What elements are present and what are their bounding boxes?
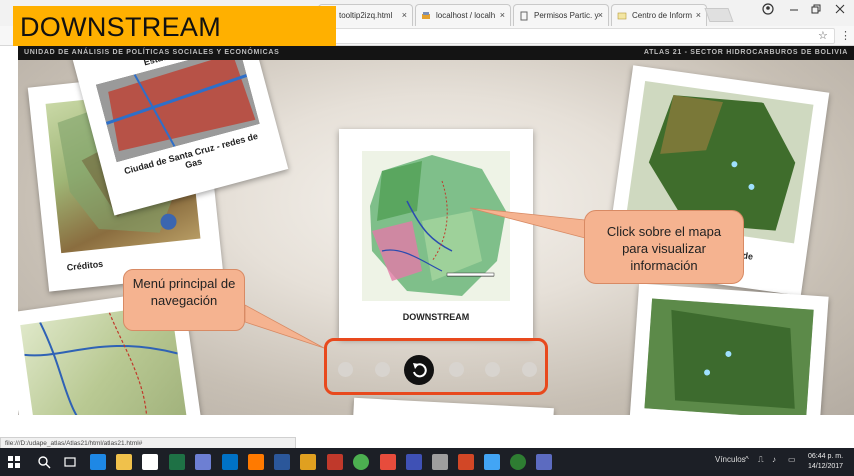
page-icon — [617, 12, 627, 20]
store-icon[interactable] — [142, 454, 158, 470]
tray-links[interactable]: Vínculos — [715, 455, 746, 464]
tab-localhost[interactable]: localhost / localh × — [415, 4, 511, 26]
task-view-icon[interactable] — [62, 454, 78, 470]
callout-map-info: Click sobre el mapa para visualizar info… — [584, 210, 744, 284]
clock-date: 14/12/2017 — [808, 463, 844, 470]
app-icon[interactable] — [327, 454, 343, 470]
windows-start-icon[interactable] — [6, 454, 22, 470]
excel-icon[interactable] — [169, 454, 185, 470]
app-icon[interactable] — [300, 454, 316, 470]
tab-title: localhost / localh — [436, 11, 496, 20]
chevron-up-icon[interactable]: ^ — [745, 455, 749, 464]
outlook-icon[interactable] — [222, 454, 238, 470]
menu-kebab-icon[interactable]: ⋮ — [840, 29, 851, 42]
tab-title: Centro de Inform — [632, 11, 693, 20]
site-header-left: UNIDAD DE ANÁLISIS DE POLÍTICAS SOCIALES… — [24, 49, 280, 56]
file-explorer-icon[interactable] — [116, 454, 132, 470]
new-tab-button[interactable] — [704, 8, 734, 22]
network-icon[interactable]: ⎍ — [758, 455, 764, 465]
app-icon[interactable] — [406, 454, 422, 470]
tab-title: Permisos Partic. y — [534, 11, 599, 20]
gallery-stage: Créditos Estac Ciudad de Santa Cruz - re… — [18, 60, 854, 415]
bookmark-star-icon[interactable]: ☆ — [818, 29, 828, 42]
callout-main-menu: Menú principal de navegación — [123, 269, 245, 331]
tab-permisos[interactable]: Permisos Partic. y × — [513, 4, 609, 26]
firefox-icon[interactable] — [248, 454, 264, 470]
taskbar-clock[interactable]: 06:44 p. m. 14/12/2017 — [808, 452, 843, 472]
windows-taskbar: Vínculos ^ ⎍ ♪ ▭ 06:44 p. m. 14/12/2017 — [0, 448, 854, 476]
tab-title: tooltip2izq.html — [339, 11, 393, 20]
screen: tooltip2izq.html × localhost / localh × … — [0, 0, 854, 476]
close-window-icon[interactable] — [834, 3, 846, 15]
document-icon — [520, 11, 528, 21]
volume-icon[interactable]: ♪ — [772, 455, 776, 464]
close-icon[interactable]: × — [402, 10, 407, 20]
app-icon[interactable] — [432, 454, 448, 470]
powerpoint-icon[interactable] — [458, 454, 474, 470]
chrome-icon[interactable] — [353, 454, 369, 470]
app-icon[interactable] — [536, 454, 552, 470]
edge-icon[interactable] — [90, 454, 106, 470]
close-icon[interactable]: × — [598, 10, 603, 20]
site-header: UNIDAD DE ANÁLISIS DE POLÍTICAS SOCIALES… — [18, 46, 854, 60]
close-icon[interactable]: × — [500, 10, 505, 20]
clock-time: 06:44 p. m. — [808, 453, 844, 460]
address-input[interactable] — [330, 28, 835, 44]
search-icon[interactable] — [36, 454, 52, 470]
callout-menu-text: Menú principal de navegación — [132, 276, 236, 308]
app-icon[interactable] — [195, 454, 211, 470]
app-icon[interactable] — [510, 454, 526, 470]
callout-map-text: Click sobre el mapa para visualizar info… — [606, 224, 722, 273]
restore-icon[interactable] — [810, 3, 822, 15]
internet-explorer-icon[interactable] — [484, 454, 500, 470]
notifications-icon[interactable]: ▭ — [788, 455, 796, 464]
close-icon[interactable]: × — [696, 10, 701, 20]
downstream-overlay-title: DOWNSTREAM — [13, 6, 336, 46]
app-icon[interactable] — [380, 454, 396, 470]
tab-centro-informacion[interactable]: Centro de Inform × — [611, 4, 707, 26]
word-icon[interactable] — [274, 454, 290, 470]
minimize-icon[interactable] — [788, 3, 800, 15]
phpmyadmin-icon — [422, 12, 430, 19]
site-header-right: ATLAS 21 - SECTOR HIDROCARBUROS DE BOLIV… — [643, 49, 848, 56]
account-icon[interactable] — [762, 3, 774, 15]
